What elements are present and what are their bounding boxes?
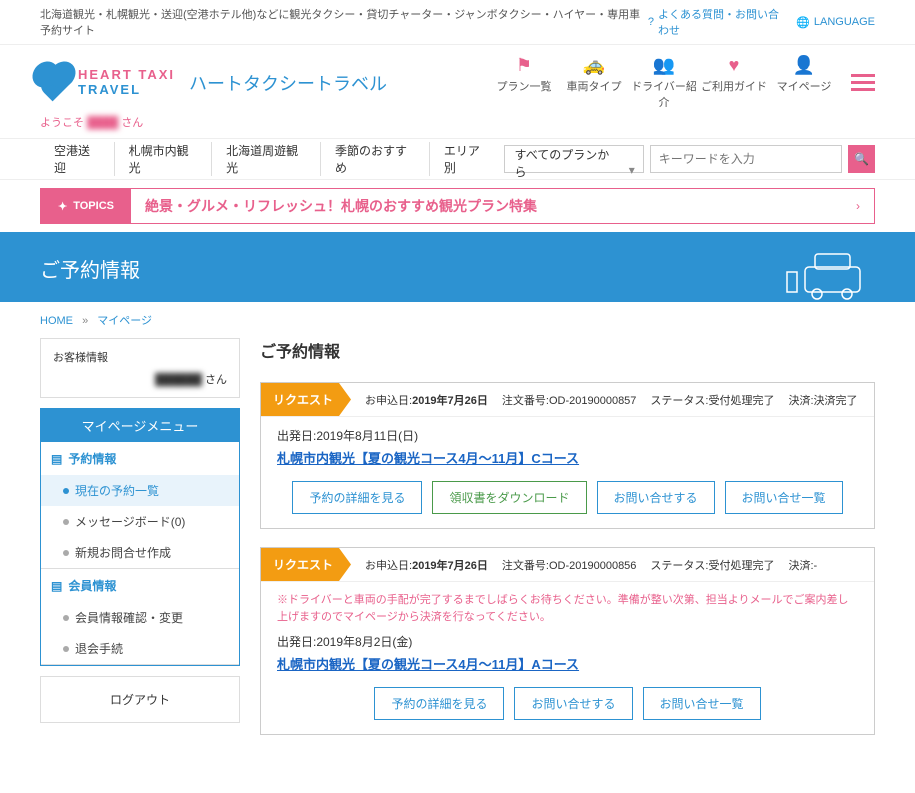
language-link[interactable]: 🌐LANGUAGE [796,16,875,29]
gnav-マイページ[interactable]: 👤マイページ [769,55,839,110]
request-tag: リクエスト [261,383,351,416]
search-button[interactable]: 🔍 [848,145,875,173]
main-content: ご予約情報 リクエストお申込日:2019年7月26日注文番号:OD-201900… [260,338,875,753]
customer-box: お客様情報 ██████ さん [40,338,240,398]
list-icon: ▤ [51,452,62,466]
nav-icon: 🚕 [559,55,629,76]
hero: ご予約情報 [0,232,915,302]
category-エリア別[interactable]: エリア別 [430,142,504,176]
nav-icon: 👤 [769,55,839,76]
plan-filter-select[interactable]: すべてのプランから [504,145,644,173]
reservation-card: リクエストお申込日:2019年7月26日注文番号:OD-20190000856 ス… [260,547,875,735]
category-札幌市内観光[interactable]: 札幌市内観光 [115,142,212,176]
mypage-menu: マイページメニュー ▤予約情報 現在の予約一覧メッセージボード(0)新規お問合せ… [40,408,240,666]
status: ステータス:受付処理完了 [650,557,774,573]
apply-date: お申込日:2019年7月26日 [365,392,488,408]
nav-icon: ♥ [699,55,769,76]
order-no: 注文番号:OD-20190000857 [502,392,637,408]
inqlist-button[interactable]: お問い合せ一覧 [643,687,761,720]
breadcrumb: HOME » マイページ [0,302,915,338]
logout-button[interactable]: ログアウト [40,676,240,723]
bullet-icon [63,646,69,652]
departure-date: 出発日:2019年8月2日(金) [277,633,858,650]
bullet-icon [63,550,69,556]
keyword-input[interactable] [650,145,842,173]
search-icon: 🔍 [854,152,869,166]
breadcrumb-current[interactable]: マイページ [97,315,152,327]
plan-link[interactable]: 札幌市内観光【夏の観光コース4月〜11月】Aコース [277,654,858,673]
menu-item[interactable]: 退会手続 [41,633,239,664]
nav-icon: 👥 [629,55,699,76]
menu-section-reservation: ▤予約情報 [41,442,239,475]
apply-date: お申込日:2019年7月26日 [365,557,488,573]
request-tag: リクエスト [261,548,351,581]
menu-section-member: ▤会員情報 [41,569,239,602]
bullet-icon [63,488,69,494]
breadcrumb-home[interactable]: HOME [40,315,73,327]
category-季節のおすすめ[interactable]: 季節のおすすめ [321,142,430,176]
reservation-card: リクエストお申込日:2019年7月26日注文番号:OD-20190000857 ス… [260,382,875,529]
header: HEART TAXITRAVEL ハートタクシートラベル ⚑プラン一覧🚕車両タイ… [0,45,915,110]
gnav-ドライバー紹介[interactable]: 👥ドライバー紹介 [629,55,699,110]
top-bar: 北海道観光・札幌観光・送迎(空港ホテル他)などに観光タクシー・貸切チャーター・ジ… [0,0,915,45]
faq-link[interactable]: ?よくある質問・お問い合わせ [648,6,782,38]
star-icon: ✦ [58,200,67,213]
receipt-button[interactable]: 領収書をダウンロード [432,481,586,514]
nav-icon: ⚑ [489,55,559,76]
status: ステータス:受付処理完了 [650,392,774,408]
inq-button[interactable]: お問い合せする [514,687,632,720]
inqlist-button[interactable]: お問い合せ一覧 [725,481,843,514]
heart-icon [36,64,73,101]
menu-item[interactable]: 現在の予約一覧 [41,475,239,506]
payment: 決済:- [788,557,817,573]
logo[interactable]: HEART TAXITRAVEL ハートタクシートラベル [40,68,387,97]
menu-item[interactable]: 新規お問合せ作成 [41,537,239,568]
hero-title: ご予約情報 [0,232,915,302]
taxi-illustration [785,242,875,302]
category-空港送迎[interactable]: 空港送迎 [40,142,115,176]
welcome-text: ようこそ ████ さん [0,110,915,138]
category-北海道周遊観光[interactable]: 北海道周遊観光 [212,142,321,176]
inq-button[interactable]: お問い合せする [597,481,715,514]
site-description: 北海道観光・札幌観光・送迎(空港ホテル他)などに観光タクシー・貸切チャーター・ジ… [40,6,648,38]
payment: 決済:決済完了 [788,392,857,408]
bullet-icon [63,615,69,621]
bullet-icon [63,519,69,525]
chevron-right-icon[interactable]: › [842,199,874,213]
topics-banner[interactable]: ✦TOPICS 絶景・グルメ・リフレッシュ！札幌のおすすめ観光プラン特集 › [40,188,875,224]
menu-item[interactable]: メッセージボード(0) [41,506,239,537]
gnav-車両タイプ[interactable]: 🚕車両タイプ [559,55,629,110]
category-bar: 空港送迎札幌市内観光北海道周遊観光季節のおすすめエリア別 すべてのプランから 🔍 [0,138,915,180]
hamburger-menu[interactable] [851,70,875,95]
gnav-プラン一覧[interactable]: ⚑プラン一覧 [489,55,559,110]
question-icon: ? [648,16,654,28]
detail-button[interactable]: 予約の詳細を見る [374,687,504,720]
detail-button[interactable]: 予約の詳細を見る [292,481,422,514]
departure-date: 出発日:2019年8月11日(日) [277,427,858,444]
globe-icon: 🌐 [796,16,810,29]
plan-link[interactable]: 札幌市内観光【夏の観光コース4月〜11月】Cコース [277,448,858,467]
menu-heading: マイページメニュー [41,409,239,442]
topics-badge: ✦TOPICS [41,189,131,223]
menu-item[interactable]: 会員情報確認・変更 [41,602,239,633]
list-icon: ▤ [51,579,62,593]
sidebar: お客様情報 ██████ さん マイページメニュー ▤予約情報 現在の予約一覧メ… [40,338,240,753]
gnav-ご利用ガイド[interactable]: ♥ご利用ガイド [699,55,769,110]
order-no: 注文番号:OD-20190000856 [502,557,637,573]
warning-text: ※ドライバーと車両の手配が完了するまでしばらくお待ちください。準備が整い次第、担… [277,592,858,625]
page-title: ご予約情報 [260,338,875,368]
